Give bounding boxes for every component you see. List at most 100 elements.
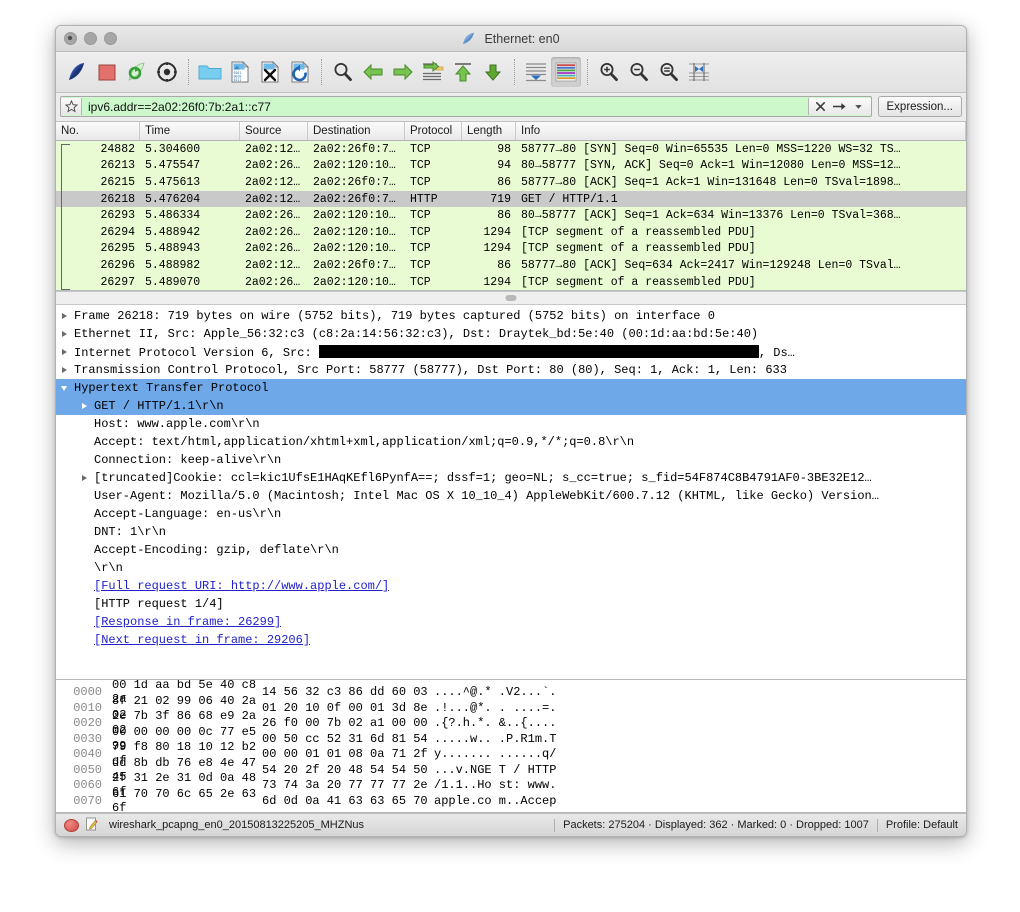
detail-tree-row[interactable]: [Full request URI: http://www.apple.com/… — [56, 577, 966, 595]
expand-toggle[interactable] — [56, 331, 72, 338]
packet-cell-length: 1294 — [483, 225, 511, 239]
detail-tree-link[interactable]: [Response in frame: 26299] — [94, 615, 281, 629]
save-file-icon[interactable]: 0101 0010 0111 — [225, 57, 255, 87]
detail-tree-row[interactable]: [Next request in frame: 29206] — [56, 631, 966, 649]
zoom-in-icon[interactable] — [594, 57, 624, 87]
collapse-toggle[interactable] — [56, 385, 72, 391]
detail-tree-row[interactable]: Host: www.apple.com\r\n — [56, 415, 966, 433]
packet-list-horizontal-scrollbar[interactable] — [56, 291, 966, 306]
expand-toggle[interactable] — [56, 349, 72, 356]
detail-tree-row[interactable]: Transmission Control Protocol, Src Port:… — [56, 361, 966, 379]
go-forward-icon[interactable] — [388, 57, 418, 87]
go-to-packet-icon[interactable] — [418, 57, 448, 87]
display-filter-input-wrapper[interactable]: ipv6.addr==2a02:26f0:7b:2a1::c77 — [60, 96, 872, 117]
column-header-no[interactable]: No. — [56, 122, 140, 140]
detail-tree-row[interactable]: Accept-Encoding: gzip, deflate\r\n — [56, 541, 966, 559]
expand-triangle-icon[interactable] — [61, 313, 67, 320]
open-file-icon[interactable] — [195, 57, 225, 87]
hex-bytes-first-half: 61 70 70 6c 65 2e 63 6f — [112, 786, 257, 814]
start-capture-icon[interactable] — [62, 57, 92, 87]
packet-cell-length: 1294 — [483, 242, 511, 256]
main-toolbar: 0101 0010 0111 — [56, 52, 966, 93]
detail-tree-label: DNT: 1\r\n — [94, 525, 167, 540]
detail-tree-label: [HTTP request 1/4] — [94, 597, 224, 612]
expand-toggle[interactable] — [56, 313, 72, 320]
collapse-triangle-icon[interactable] — [61, 385, 67, 391]
detail-tree-row[interactable]: DNT: 1\r\n — [56, 523, 966, 541]
capture-options-icon[interactable] — [152, 57, 182, 87]
restart-capture-icon[interactable] — [122, 57, 152, 87]
toolbar-separator — [188, 59, 189, 85]
zoom-window-button[interactable] — [104, 32, 117, 45]
table-row[interactable]: 26295 5.488943 2a02:26… 2a02:120:10… TCP 1294… — [56, 240, 966, 258]
expand-triangle-icon[interactable] — [61, 331, 67, 338]
table-row[interactable]: 26293 5.486334 2a02:26… 2a02:120:10… TCP 86 80… — [56, 207, 966, 224]
zoom-reset-icon[interactable] — [654, 57, 684, 87]
column-header-source[interactable]: Source — [240, 122, 308, 140]
expand-triangle-icon[interactable] — [61, 349, 67, 356]
table-row[interactable]: 26297 5.489070 2a02:26… 2a02:120:10… TCP 1294… — [56, 273, 966, 291]
table-row[interactable]: 26218 5.476204 2a02:12… 2a02:26f0:7… HTTP 719… — [56, 190, 966, 208]
filter-history-chevron-icon[interactable] — [851, 99, 867, 114]
detail-tree-row[interactable]: GET / HTTP/1.1\r\n — [56, 397, 966, 416]
close-file-icon[interactable] — [255, 57, 285, 87]
detail-tree-row[interactable]: Connection: keep-alive\r\n — [56, 451, 966, 469]
apply-filter-icon[interactable] — [832, 99, 848, 114]
column-header-length[interactable]: Length — [462, 122, 516, 140]
scrollbar-thumb[interactable] — [505, 295, 517, 302]
detail-tree-label: [Response in frame: 26299] — [92, 615, 281, 629]
table-row[interactable]: 26296 5.488982 2a02:12… 2a02:26f0:7… TCP 86 58… — [56, 257, 966, 274]
expand-toggle[interactable] — [56, 367, 72, 374]
stop-capture-icon[interactable] — [92, 57, 122, 87]
detail-tree-link[interactable]: [Full request URI: http://www.apple.com/… — [94, 579, 389, 593]
expand-toggle[interactable] — [76, 403, 92, 410]
go-back-icon[interactable] — [358, 57, 388, 87]
column-header-destination[interactable]: Destination — [308, 122, 405, 140]
detail-tree-row[interactable]: [truncated]Cookie: ccl=kic1UfsE1HAqKEfl6… — [56, 469, 966, 487]
table-row[interactable]: 24882 5.304600 2a02:12… 2a02:26f0:7… TCP 98 58… — [56, 141, 966, 158]
detail-tree-row[interactable]: [Response in frame: 26299] — [56, 613, 966, 631]
find-packet-icon[interactable] — [328, 57, 358, 87]
packet-cell-info: 58777→80 [ACK] Seq=634 Ack=2417 Win=1292… — [521, 258, 901, 272]
packet-cell-destination: 2a02:26f0:7… — [313, 175, 396, 189]
detail-tree-row[interactable]: Accept-Language: en-us\r\n — [56, 505, 966, 523]
expand-triangle-icon[interactable] — [81, 403, 87, 410]
capture-file-name: wireshark_pcapng_en0_20150813225205_MHZN… — [109, 819, 365, 832]
hex-dump-row[interactable]: 0070 61 70 70 6c 65 2e 63 6f 6d 0d 0a 41 6… — [56, 787, 966, 813]
expand-triangle-icon[interactable] — [81, 475, 87, 482]
detail-tree-row[interactable]: [HTTP request 1/4] — [56, 595, 966, 613]
bookmark-star-icon[interactable] — [61, 98, 82, 115]
table-row[interactable]: 26294 5.488942 2a02:26… 2a02:120:10… TCP 1294… — [56, 223, 966, 241]
column-header-info[interactable]: Info — [516, 122, 966, 140]
table-row[interactable]: 26213 5.475547 2a02:26… 2a02:120:10… TCP 94 80… — [56, 157, 966, 175]
resize-columns-icon[interactable] — [684, 57, 714, 87]
go-to-first-icon[interactable] — [448, 57, 478, 87]
packet-cell-source: 2a02:26… — [245, 209, 301, 223]
column-header-protocol[interactable]: Protocol — [405, 122, 462, 140]
zoom-out-icon[interactable] — [624, 57, 654, 87]
detail-tree-row[interactable]: Frame 26218: 719 bytes on wire (5752 bit… — [56, 307, 966, 325]
reload-file-icon[interactable] — [285, 57, 315, 87]
detail-tree-row[interactable]: Internet Protocol Version 6, Src: , Ds… — [56, 343, 966, 361]
detail-tree-row[interactable]: Hypertext Transfer Protocol — [56, 379, 966, 398]
close-window-button[interactable] — [64, 32, 77, 45]
minimize-window-button[interactable] — [84, 32, 97, 45]
detail-tree-row[interactable]: Ethernet II, Src: Apple_56:32:c3 (c8:2a:… — [56, 325, 966, 343]
table-row[interactable]: 26215 5.475613 2a02:12… 2a02:26f0:7… TCP 86 58… — [56, 174, 966, 191]
expand-toggle[interactable] — [76, 475, 92, 482]
auto-scroll-icon[interactable] — [521, 57, 551, 87]
clear-filter-icon[interactable] — [813, 99, 829, 114]
stop-capture-status-icon[interactable] — [64, 818, 79, 832]
go-to-last-icon[interactable] — [478, 57, 508, 87]
detail-tree-row[interactable]: User-Agent: Mozilla/5.0 (Macintosh; Inte… — [56, 487, 966, 505]
column-header-time[interactable]: Time — [140, 122, 240, 140]
colorize-icon[interactable] — [551, 57, 581, 87]
edit-comment-icon[interactable] — [85, 817, 99, 834]
display-filter-input[interactable]: ipv6.addr==2a02:26f0:7b:2a1::c77 — [82, 100, 808, 114]
detail-tree-row[interactable]: \r\n — [56, 559, 966, 577]
detail-tree-link[interactable]: [Next request in frame: 29206] — [94, 633, 310, 647]
expand-triangle-icon[interactable] — [61, 367, 67, 374]
profile-indicator[interactable]: Profile: Default — [886, 819, 958, 831]
detail-tree-row[interactable]: Accept: text/html,application/xhtml+xml,… — [56, 433, 966, 451]
filter-expression-button[interactable]: Expression... — [877, 96, 962, 117]
